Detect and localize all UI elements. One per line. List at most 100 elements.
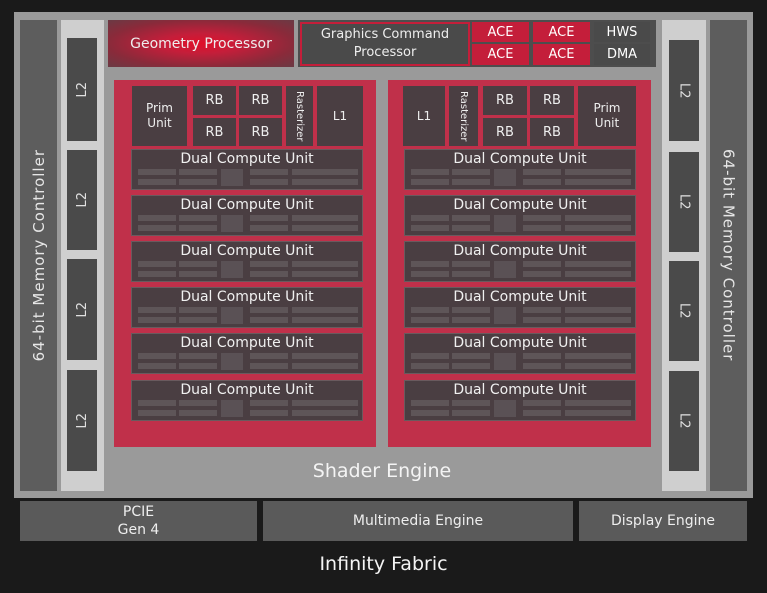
l2-cache-right-3: L2 [669, 261, 699, 361]
simd-bar [250, 271, 288, 277]
simd-bar [179, 363, 217, 369]
dual-compute-unit-label: Dual Compute Unit [453, 335, 587, 351]
dual-compute-unit: Dual Compute Unit [404, 241, 636, 282]
rb-label: RB [543, 93, 561, 108]
simd-bar [292, 400, 330, 406]
ace-2: ACE [533, 22, 590, 42]
simd-bar [138, 271, 176, 277]
dual-compute-unit-label: Dual Compute Unit [453, 151, 587, 167]
simd-bar [452, 353, 490, 359]
simd-bar [138, 261, 176, 267]
lds-block [221, 169, 243, 186]
dual-compute-unit-label: Dual Compute Unit [180, 382, 314, 398]
simd-bar [411, 410, 449, 416]
hws-label: HWS [606, 24, 638, 40]
dual-compute-unit-label: Dual Compute Unit [180, 151, 314, 167]
prim-unit-left: Prim Unit [132, 86, 187, 146]
geometry-processor: Geometry Processor [108, 20, 294, 67]
simd-bar [138, 410, 176, 416]
simd-bar [565, 363, 603, 369]
dual-compute-unit: Dual Compute Unit [131, 333, 363, 374]
simd-bar [523, 353, 561, 359]
rb-label: RB [251, 93, 270, 108]
l2-label: L2 [676, 303, 692, 319]
ace-label: ACE [487, 47, 514, 62]
memory-controller-left: 64-bit Memory Controller [20, 20, 57, 491]
simd-bar [250, 317, 288, 323]
simd-bar [138, 317, 176, 323]
l2-cache-right-4: L2 [669, 371, 699, 471]
simd-bar [328, 363, 358, 369]
simd-bar [452, 215, 490, 221]
dual-compute-unit-label: Dual Compute Unit [180, 335, 314, 351]
simd-bar [292, 261, 330, 267]
prim-unit-right: Prim Unit [578, 86, 636, 146]
simd-bar [523, 225, 561, 231]
simd-bar [328, 307, 358, 313]
lds-block [221, 215, 243, 232]
simd-bar [179, 225, 217, 231]
simd-bar [601, 179, 631, 185]
simd-bar [411, 169, 449, 175]
simd-bar [250, 215, 288, 221]
pcie-block: PCIE Gen 4 [20, 501, 257, 541]
dual-compute-unit: Dual Compute Unit [131, 149, 363, 190]
simd-bar [411, 363, 449, 369]
l2-label: L2 [676, 82, 692, 99]
simd-bar [523, 363, 561, 369]
l2-label: L2 [676, 194, 692, 210]
simd-bar [565, 169, 603, 175]
dual-compute-unit-label: Dual Compute Unit [180, 289, 314, 305]
simd-bar [250, 410, 288, 416]
simd-bar [179, 410, 217, 416]
l1-label: L1 [416, 108, 432, 123]
simd-bar [523, 215, 561, 221]
simd-bar [328, 261, 358, 267]
l2-cache-left-1: L2 [67, 38, 97, 141]
simd-bar [179, 400, 217, 406]
simd-bar [601, 169, 631, 175]
simd-bar [601, 363, 631, 369]
simd-bar [601, 215, 631, 221]
simd-bar [292, 307, 330, 313]
rb-right-4: RB [530, 118, 574, 146]
l2-label: L2 [74, 81, 90, 98]
simd-bar [452, 179, 490, 185]
dual-compute-unit-label: Dual Compute Unit [180, 197, 314, 213]
simd-bar [452, 317, 490, 323]
simd-bar [523, 400, 561, 406]
simd-bar [411, 307, 449, 313]
simd-bar [292, 363, 330, 369]
l2-cache-left-4: L2 [67, 370, 97, 471]
simd-bar [250, 307, 288, 313]
simd-bar [328, 271, 358, 277]
lds-block [221, 261, 243, 278]
hws: HWS [594, 22, 650, 42]
rb-label: RB [496, 124, 514, 140]
simd-bar [328, 215, 358, 221]
l2-cache-left-2: L2 [67, 150, 97, 250]
simd-bar [292, 225, 330, 231]
dma-label: DMA [606, 47, 638, 62]
dual-compute-unit-label: Dual Compute Unit [453, 243, 587, 259]
simd-bar [601, 400, 631, 406]
simd-bar [179, 179, 217, 185]
lds-block [494, 169, 516, 186]
simd-bar [138, 179, 176, 185]
simd-bar [411, 271, 449, 277]
lds-block [494, 215, 516, 232]
l1-label: L1 [332, 108, 348, 123]
dual-compute-unit: Dual Compute Unit [404, 380, 636, 421]
l2-label: L2 [74, 412, 90, 429]
simd-bar [601, 353, 631, 359]
simd-bar [452, 271, 490, 277]
l2-cache-right-2: L2 [669, 152, 699, 252]
simd-bar [565, 317, 603, 323]
lds-block [221, 307, 243, 324]
simd-bar [138, 307, 176, 313]
simd-bar [601, 225, 631, 231]
l1-cache-left: L1 [317, 86, 363, 146]
rb-right-2: RB [530, 86, 574, 115]
simd-bar [292, 169, 330, 175]
simd-bar [138, 363, 176, 369]
